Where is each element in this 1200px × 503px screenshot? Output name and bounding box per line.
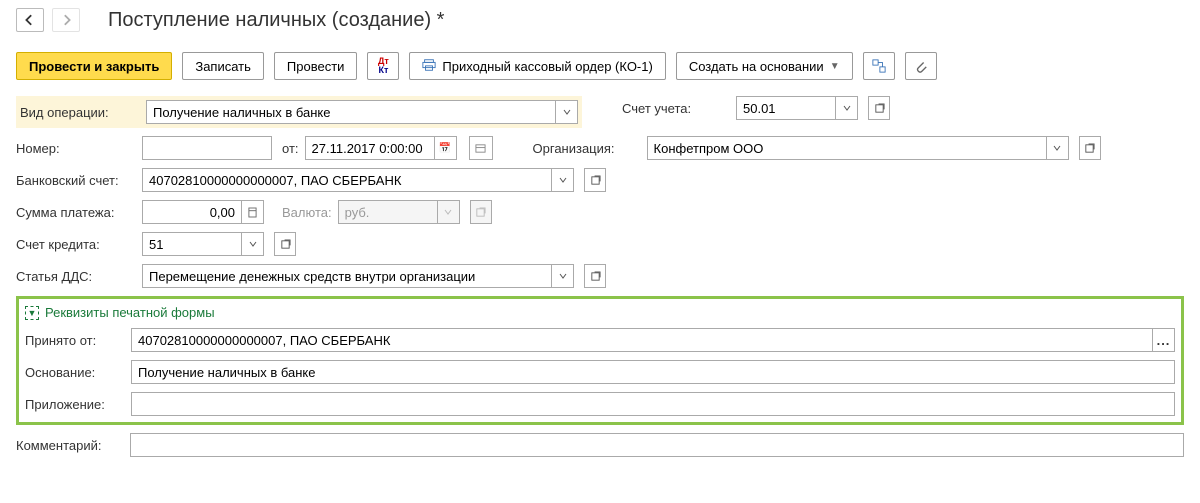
comment-input[interactable]: [130, 433, 1184, 457]
basis-label: Основание:: [25, 365, 125, 380]
received-from-label: Принято от:: [25, 333, 125, 348]
dds-dropdown[interactable]: [552, 264, 574, 288]
sum-label: Сумма платежа:: [16, 205, 136, 220]
dds-input[interactable]: [142, 264, 552, 288]
attach-button[interactable]: [905, 52, 937, 80]
printer-icon: [422, 58, 436, 75]
comment-label: Комментарий:: [16, 438, 124, 453]
print-form-header[interactable]: ▼ Реквизиты печатной формы: [25, 305, 1175, 320]
currency-dropdown: [438, 200, 460, 224]
submit-and-close-button[interactable]: Провести и закрыть: [16, 52, 172, 80]
dds-label: Статья ДДС:: [16, 269, 136, 284]
save-button[interactable]: Записать: [182, 52, 264, 80]
number-input[interactable]: [142, 136, 272, 160]
bank-acc-label: Банковский счет:: [16, 173, 136, 188]
bank-acc-dropdown[interactable]: [552, 168, 574, 192]
bank-acc-input[interactable]: [142, 168, 552, 192]
date-extra-button[interactable]: [469, 136, 493, 160]
nav-forward-button[interactable]: [52, 8, 80, 32]
basis-input[interactable]: [131, 360, 1175, 384]
operation-type-label: Вид операции:: [20, 105, 140, 120]
credit-dropdown[interactable]: [242, 232, 264, 256]
org-open-button[interactable]: [1079, 136, 1101, 160]
structure-button[interactable]: [863, 52, 895, 80]
collapse-caret-icon: ▼: [25, 306, 39, 320]
attachment-input[interactable]: [131, 392, 1175, 416]
org-dropdown[interactable]: [1047, 136, 1069, 160]
dds-open-button[interactable]: [584, 264, 606, 288]
date-input[interactable]: [305, 136, 435, 160]
bank-acc-open-button[interactable]: [584, 168, 606, 192]
received-from-input[interactable]: [131, 328, 1153, 352]
account-open-button[interactable]: [868, 96, 890, 120]
received-from-select-button[interactable]: ...: [1153, 328, 1175, 352]
credit-open-button[interactable]: [274, 232, 296, 256]
account-dropdown[interactable]: [836, 96, 858, 120]
org-input[interactable]: [647, 136, 1047, 160]
dt-kt-button[interactable]: ДтКт: [367, 52, 399, 80]
credit-label: Счет кредита:: [16, 237, 136, 252]
credit-input[interactable]: [142, 232, 242, 256]
account-label: Счет учета:: [622, 101, 730, 116]
print-form-section: ▼ Реквизиты печатной формы Принято от: .…: [16, 296, 1184, 425]
from-label: от:: [282, 141, 299, 156]
operation-type-dropdown[interactable]: [556, 100, 578, 124]
currency-label: Валюта:: [282, 205, 332, 220]
operation-type-input[interactable]: [146, 100, 556, 124]
sum-input[interactable]: [142, 200, 242, 224]
print-ko1-label: Приходный кассовый ордер (КО-1): [442, 59, 652, 74]
number-label: Номер:: [16, 141, 136, 156]
account-input[interactable]: [736, 96, 836, 120]
create-based-label: Создать на основании: [689, 59, 824, 74]
create-based-on-button[interactable]: Создать на основании ▼: [676, 52, 853, 80]
currency-open-button: [470, 200, 492, 224]
calendar-icon[interactable]: 📅: [435, 136, 457, 160]
attachment-label: Приложение:: [25, 397, 125, 412]
print-form-title: Реквизиты печатной формы: [45, 305, 215, 320]
submit-button[interactable]: Провести: [274, 52, 358, 80]
org-label: Организация:: [533, 141, 641, 156]
page-title: Поступление наличных (создание) *: [108, 9, 444, 32]
chevron-down-icon: ▼: [830, 61, 840, 72]
print-ko1-button[interactable]: Приходный кассовый ордер (КО-1): [409, 52, 665, 80]
currency-input: [338, 200, 438, 224]
nav-back-button[interactable]: [16, 8, 44, 32]
calculator-icon[interactable]: [242, 200, 264, 224]
